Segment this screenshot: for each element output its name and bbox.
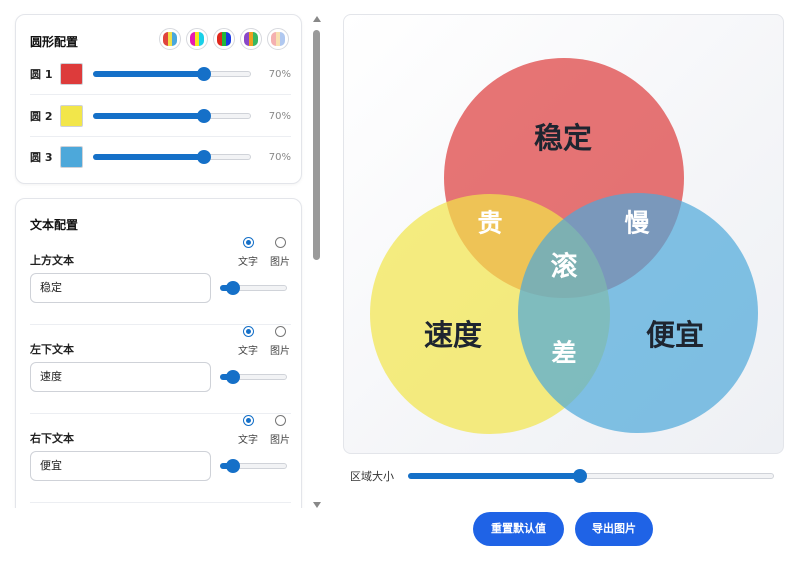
palette-5-preset-icon[interactable]: [267, 28, 289, 50]
circle-3-opacity-value: 70%: [268, 151, 291, 163]
venn-center-label: 滚: [551, 251, 578, 283]
slider-thumb[interactable]: [573, 469, 588, 483]
left-text-size-slider[interactable]: [220, 369, 287, 385]
palette-2-preset-icon[interactable]: [186, 28, 208, 50]
radio-text-option[interactable]: 文字: [237, 237, 259, 268]
reset-defaults-button[interactable]: 重置默认值: [473, 512, 564, 546]
top-text-input[interactable]: 稳定: [30, 273, 211, 303]
venn-top-label: 稳定: [534, 121, 592, 155]
circle-1-color-picker[interactable]: [59, 63, 84, 85]
scroll-up-arrow-icon[interactable]: [313, 16, 321, 22]
top-text-block: 上方文本 文字 图片 稳定: [30, 237, 291, 325]
circle-1-opacity-slider[interactable]: [93, 66, 252, 82]
right-text-label: 右下文本: [30, 432, 74, 445]
shape-config-card: 圆形配置 圆 1 70% 圆 2 70% 圆 3 70%: [15, 14, 302, 184]
area-size-label: 区域大小: [350, 470, 394, 483]
right-text-input[interactable]: 便宜: [30, 451, 211, 481]
export-image-button[interactable]: 导出图片: [575, 512, 653, 546]
venn-left-label: 速度: [424, 318, 482, 352]
scrollbar-thumb[interactable]: [313, 30, 320, 260]
circle-2-opacity-value: 70%: [268, 110, 291, 122]
radio-image-option[interactable]: 图片: [269, 415, 291, 446]
text-config-card: 文本配置 上方文本 文字 图片 稳定 左下文本 文字 图片 速度 右下文本 文字…: [15, 198, 302, 508]
radio-text-option[interactable]: 文字: [237, 326, 259, 357]
radio-button[interactable]: [274, 326, 286, 337]
top-text-type-radios: 文字 图片: [237, 237, 291, 268]
slider-thumb[interactable]: [196, 67, 211, 81]
right-text-size-slider[interactable]: [220, 458, 287, 474]
venn-diagram: 稳定 速度 便宜 贵 慢 滚 差: [370, 58, 758, 434]
area-size-slider[interactable]: [408, 468, 774, 484]
top-text-size-slider[interactable]: [220, 280, 287, 296]
radio-button[interactable]: [274, 237, 286, 248]
venn-top-left-label: 贵: [477, 209, 502, 238]
circle-1-row: 圆 1 70%: [30, 54, 291, 94]
radio-button[interactable]: [242, 326, 254, 337]
circle-3-label: 圆 3: [30, 151, 53, 164]
divider: [30, 324, 291, 325]
right-text-type-radios: 文字 图片: [237, 415, 291, 446]
venn-right-label: 便宜: [646, 318, 704, 352]
palette-4-preset-icon[interactable]: [240, 28, 262, 50]
slider-thumb[interactable]: [226, 370, 241, 384]
scroll-down-arrow-icon[interactable]: [313, 502, 321, 508]
circle-2-label: 圆 2: [30, 110, 53, 123]
left-text-label: 左下文本: [30, 343, 74, 356]
circle-3-color-picker[interactable]: [59, 146, 84, 168]
left-text-input[interactable]: 速度: [30, 362, 211, 392]
radio-image-option[interactable]: 图片: [269, 237, 291, 268]
circle-3-row: 圆 3 70%: [30, 137, 291, 177]
right-text-block: 右下文本 文字 图片 便宜: [30, 415, 291, 503]
radio-button[interactable]: [274, 415, 286, 426]
circle-1-label: 圆 1: [30, 68, 53, 81]
circle-1-opacity-value: 70%: [268, 68, 291, 80]
palette-1-preset-icon[interactable]: [159, 28, 181, 50]
left-panel: 圆形配置 圆 1 70% 圆 2 70% 圆 3 70% 文本配置 上方文本 文…: [0, 0, 326, 508]
venn-canvas: 稳定 速度 便宜 贵 慢 滚 差: [343, 14, 784, 454]
circle-2-opacity-slider[interactable]: [93, 108, 252, 124]
radio-button[interactable]: [242, 415, 254, 426]
venn-top-right-label: 慢: [624, 209, 650, 238]
radio-image-label: 图片: [270, 346, 290, 357]
left-text-block: 左下文本 文字 图片 速度: [30, 326, 291, 414]
circle-2-row: 圆 2 70%: [30, 96, 291, 136]
radio-button[interactable]: [242, 237, 254, 248]
text-config-title: 文本配置: [30, 218, 79, 232]
slider-thumb[interactable]: [226, 459, 241, 473]
color-presets: [159, 28, 289, 50]
circle-3-opacity-slider[interactable]: [93, 149, 252, 165]
area-size-control: 区域大小: [350, 466, 780, 486]
divider: [30, 502, 291, 503]
shape-config-title: 圆形配置: [30, 35, 79, 49]
top-text-label: 上方文本: [30, 254, 74, 267]
slider-thumb[interactable]: [226, 281, 241, 295]
divider: [30, 94, 291, 95]
palette-3-preset-icon[interactable]: [213, 28, 235, 50]
divider: [30, 413, 291, 414]
radio-image-label: 图片: [270, 257, 290, 268]
radio-text-option[interactable]: 文字: [237, 415, 259, 446]
radio-image-option[interactable]: 图片: [269, 326, 291, 357]
left-text-type-radios: 文字 图片: [237, 326, 291, 357]
radio-image-label: 图片: [270, 435, 290, 446]
venn-bottom-label: 差: [551, 339, 576, 368]
left-panel-scrollbar[interactable]: [311, 14, 323, 508]
slider-thumb[interactable]: [196, 150, 211, 164]
radio-text-label: 文字: [238, 435, 258, 446]
circle-2-color-picker[interactable]: [59, 105, 84, 127]
radio-text-label: 文字: [238, 346, 258, 357]
radio-text-label: 文字: [238, 257, 258, 268]
slider-thumb[interactable]: [196, 109, 211, 123]
